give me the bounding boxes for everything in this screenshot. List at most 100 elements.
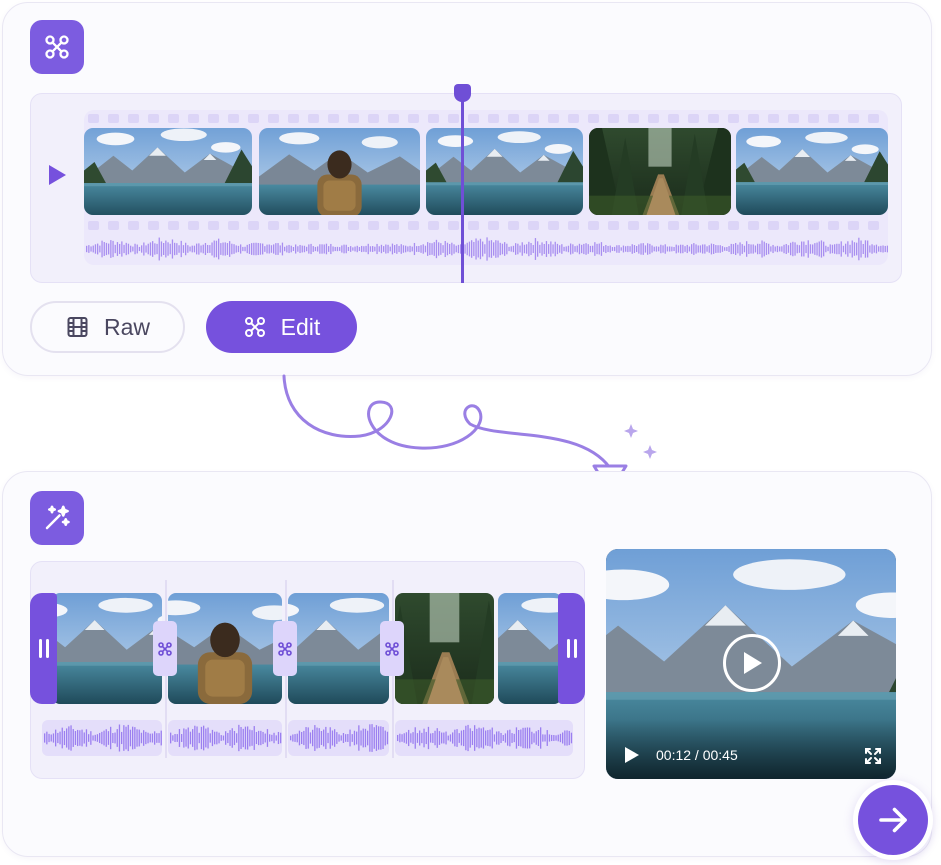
cut-point[interactable] [273,621,297,676]
sprocket-hole [828,114,839,123]
audio-clip[interactable] [288,720,389,756]
sprocket-hole [868,114,879,123]
film-frame[interactable] [259,128,420,215]
sprocket-hole [388,114,399,123]
film-frame[interactable] [736,128,888,215]
current-time: 00:12 [656,747,692,763]
film-frame[interactable] [426,128,583,215]
cut-point[interactable] [380,621,404,676]
sprocket-hole [648,114,659,123]
next-button[interactable] [853,780,933,860]
playhead-line[interactable] [461,93,464,283]
sprocket-hole [188,221,199,230]
play-marker-icon[interactable] [47,163,67,187]
sprocket-hole [288,221,299,230]
trim-handle-right[interactable] [558,593,585,704]
sprocket-hole [708,221,719,230]
sprocket-hole [168,221,179,230]
sprocket-hole [468,114,479,123]
arrow-right-icon [879,807,907,833]
scissors-badge [30,20,84,74]
sprocket-hole [288,114,299,123]
sparkle-icon [624,424,638,438]
sprocket-hole [788,114,799,123]
sprocket-hole [708,114,719,123]
sprocket-hole [228,221,239,230]
sprocket-hole [148,221,159,230]
trim-handle-left[interactable] [30,593,57,704]
sprocket-hole [768,221,779,230]
audio-clip[interactable] [168,720,282,756]
scissors-icon [244,317,265,337]
sprocket-hole [868,221,879,230]
sprocket-hole [408,114,419,123]
sprocket-hole [108,114,119,123]
timeline-clip[interactable] [498,593,562,704]
sprocket-hole [688,221,699,230]
audio-waveform [86,237,888,261]
sprocket-hole [628,221,639,230]
scissors-icon [278,641,292,656]
edit-mode-label: Edit [280,313,321,340]
sprocket-hole [548,114,559,123]
play-button[interactable] [723,634,781,692]
sprocket-hole [488,114,499,123]
scissors-icon [385,641,399,656]
play-icon[interactable] [624,746,640,764]
sprocket-hole [508,221,519,230]
audio-waveform [44,724,162,752]
scissors-icon [45,35,69,59]
timeline-clip[interactable] [168,593,282,704]
sprocket-hole [728,114,739,123]
sprocket-hole [108,221,119,230]
sprocket-hole [428,221,439,230]
sprocket-hole [808,114,819,123]
audio-waveform [397,724,573,752]
sprocket-hole [568,114,579,123]
sprocket-hole [668,114,679,123]
fullscreen-icon[interactable] [864,747,882,765]
sprocket-hole [668,221,679,230]
timeline-clip[interactable] [52,593,162,704]
scissors-icon [158,641,172,656]
sprocket-hole [748,221,759,230]
edit-mode-button[interactable]: Edit [206,301,357,353]
raw-mode-button[interactable]: Raw [30,301,185,353]
sprocket-hole [588,114,599,123]
play-icon [744,652,762,674]
sprocket-hole [508,114,519,123]
sprocket-hole [748,114,759,123]
sprocket-hole [428,114,439,123]
sprocket-hole [468,221,479,230]
sprocket-hole [308,221,319,230]
sprocket-hole [208,114,219,123]
sprocket-hole [208,221,219,230]
audio-clip[interactable] [42,720,162,756]
film-frame[interactable] [589,128,731,215]
sprocket-hole [348,114,359,123]
sprocket-hole [608,221,619,230]
time-separator: / [691,747,703,763]
sprocket-hole [788,221,799,230]
sprocket-hole [188,114,199,123]
cut-point[interactable] [153,621,177,676]
sprocket-hole [808,221,819,230]
magic-badge [30,491,84,545]
sparkle-icon [643,445,657,459]
sprocket-hole [128,114,139,123]
sprocket-hole [248,114,259,123]
sprocket-hole [328,114,339,123]
sprocket-hole [848,221,859,230]
sprocket-hole [268,114,279,123]
playhead-handle[interactable] [454,84,471,102]
sprocket-hole [628,114,639,123]
timecode: 00:12 / 00:45 [656,747,738,763]
audio-waveform [170,724,282,752]
sprocket-hole [448,114,459,123]
sprocket-row-bottom [84,221,888,231]
film-frame[interactable] [84,128,252,215]
timeline-clip[interactable] [288,593,389,704]
sprocket-hole [368,221,379,230]
audio-clip[interactable] [395,720,573,756]
timeline-clip[interactable] [395,593,494,704]
